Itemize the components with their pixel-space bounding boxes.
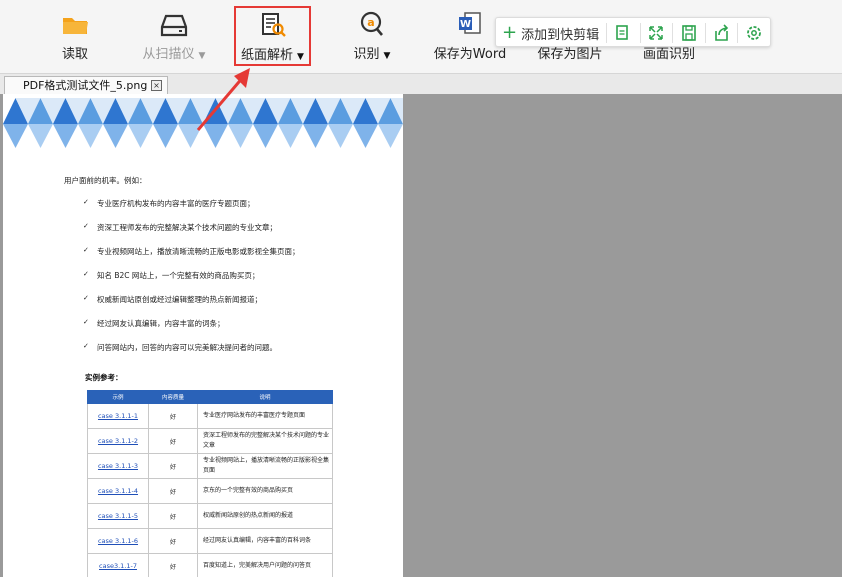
scanner-icon	[160, 14, 188, 37]
description-cell: 专业医疗网站发布的丰富医疗专题页面	[197, 403, 333, 429]
read-button[interactable]: 读取	[42, 0, 108, 74]
description-cell: 京东的一个完整有效的商品购买页	[197, 478, 333, 504]
check-icon: ✓	[83, 342, 89, 350]
description-cell: 经过网友认真编辑，内容丰富的百科词条	[197, 528, 333, 554]
case-link[interactable]: case3.1.1-7	[87, 553, 149, 577]
page-analysis-icon	[261, 13, 286, 37]
description-cell: 资深工程师发布的完整解决某个技术问题的专业文章	[197, 428, 333, 454]
document-page: 用户面前的机率。例如： ✓ 专业医疗机构发布的内容丰富的医疗专题页面； ✓ 资深工程…	[3, 94, 403, 577]
check-icon: ✓	[83, 270, 89, 278]
column-header: 内容质量	[148, 390, 198, 404]
case-link[interactable]: case 3.1.1-4	[87, 478, 149, 504]
scanner-label: 从扫描仪 ▼	[142, 47, 206, 62]
table-header-row: 示例 内容质量 说明	[87, 390, 333, 404]
recognize-button[interactable]: a 识别 ▼	[340, 0, 404, 74]
table-row: case3.1.1-7 好 百度知道上，完美解决用户问题的问答页	[87, 553, 333, 577]
save-icon[interactable]	[678, 22, 700, 44]
quality-cell: 好	[148, 428, 198, 454]
column-header: 示例	[87, 390, 149, 404]
page-analysis-button[interactable]: 纸面解析 ▼	[234, 6, 311, 66]
quality-cell: 好	[148, 503, 198, 529]
app-window: 读取 从扫描仪 ▼ 纸面解析 ▼ a 识别 ▼ W 保存为Word 保存为图片 …	[0, 0, 842, 577]
tab-document[interactable]: PDF格式测试文件_5.png ×	[4, 76, 168, 94]
quality-cell: 好	[148, 453, 198, 479]
document-tab-strip: PDF格式测试文件_5.png ×	[0, 74, 842, 94]
close-tab-icon[interactable]: ×	[151, 80, 162, 91]
share-icon[interactable]	[710, 22, 732, 44]
quickbar-divider	[737, 23, 738, 43]
case-link[interactable]: case 3.1.1-1	[87, 403, 149, 429]
table-row: case 3.1.1-1 好 专业医疗网站发布的丰富医疗专题页面	[87, 403, 333, 429]
fullscreen-icon[interactable]	[645, 22, 667, 44]
quality-cell: 好	[148, 553, 198, 577]
quickbar-divider	[672, 23, 673, 43]
table-row: case 3.1.1-3 好 专业视频网站上，播放清晰流畅的正版影视全集页面	[87, 453, 333, 479]
case-link[interactable]: case 3.1.1-5	[87, 503, 149, 529]
quality-cell: 好	[148, 403, 198, 429]
case-link[interactable]: case 3.1.1-6	[87, 528, 149, 554]
quality-cell: 好	[148, 478, 198, 504]
check-icon: ✓	[83, 222, 89, 230]
check-icon: ✓	[83, 246, 89, 254]
quickbar-divider	[606, 23, 607, 43]
annotation-arrow	[196, 68, 250, 131]
recognize-label: 识别 ▼	[353, 47, 391, 62]
quality-cell: 好	[148, 528, 198, 554]
table-row: case 3.1.1-4 好 京东的一个完整有效的商品购买页	[87, 478, 333, 504]
svg-text:a: a	[367, 16, 374, 29]
description-cell: 专业视频网站上，播放清晰流畅的正版影视全集页面	[197, 453, 333, 479]
recognize-icon: a	[360, 11, 383, 36]
description-cell: 权威新闻站原创的热点新闻的报道	[197, 503, 333, 529]
document-viewer[interactable]: 用户面前的机率。例如： ✓ 专业医疗机构发布的内容丰富的医疗专题页面； ✓ 资深工程…	[0, 94, 842, 577]
column-header: 说明	[197, 390, 333, 404]
add-to-quick-edit-button[interactable]: + 添加到快剪辑	[502, 23, 599, 43]
table-row: case 3.1.1-6 好 经过网友认真编辑，内容丰富的百科词条	[87, 528, 333, 554]
check-icon: ✓	[83, 318, 89, 326]
table-row: case 3.1.1-5 好 权威新闻站原创的热点新闻的报道	[87, 503, 333, 529]
add-to-quick-edit-label: 添加到快剪辑	[521, 27, 600, 43]
example-table: 示例 内容质量 说明 case 3.1.1-1 好 专业医疗网站发布的丰富医疗专…	[87, 390, 333, 577]
check-icon: ✓	[83, 198, 89, 206]
description-cell: 百度知道上，完美解决用户问题的问答页	[197, 553, 333, 577]
quick-edit-toolbar: + 添加到快剪辑	[495, 17, 771, 47]
settings-icon[interactable]	[743, 22, 765, 44]
quickbar-divider	[640, 23, 641, 43]
read-label: 读取	[61, 47, 88, 62]
plus-icon: +	[502, 22, 518, 43]
example-heading: 实例参考：	[85, 373, 123, 382]
tab-filename: PDF格式测试文件_5.png	[23, 79, 148, 92]
word-icon: W	[459, 12, 481, 34]
svg-text:W: W	[460, 19, 471, 30]
check-icon: ✓	[83, 294, 89, 302]
page-analysis-label: 纸面解析 ▼	[241, 48, 304, 63]
intro-text: 用户面前的机率。例如：	[64, 176, 147, 185]
table-row: case 3.1.1-2 好 资深工程师发布的完整解决某个技术问题的专业文章	[87, 428, 333, 454]
quickbar-divider	[705, 23, 706, 43]
case-link[interactable]: case 3.1.1-2	[87, 428, 149, 454]
folder-icon	[63, 18, 88, 34]
case-link[interactable]: case 3.1.1-3	[87, 453, 149, 479]
copy-icon[interactable]	[611, 22, 633, 44]
